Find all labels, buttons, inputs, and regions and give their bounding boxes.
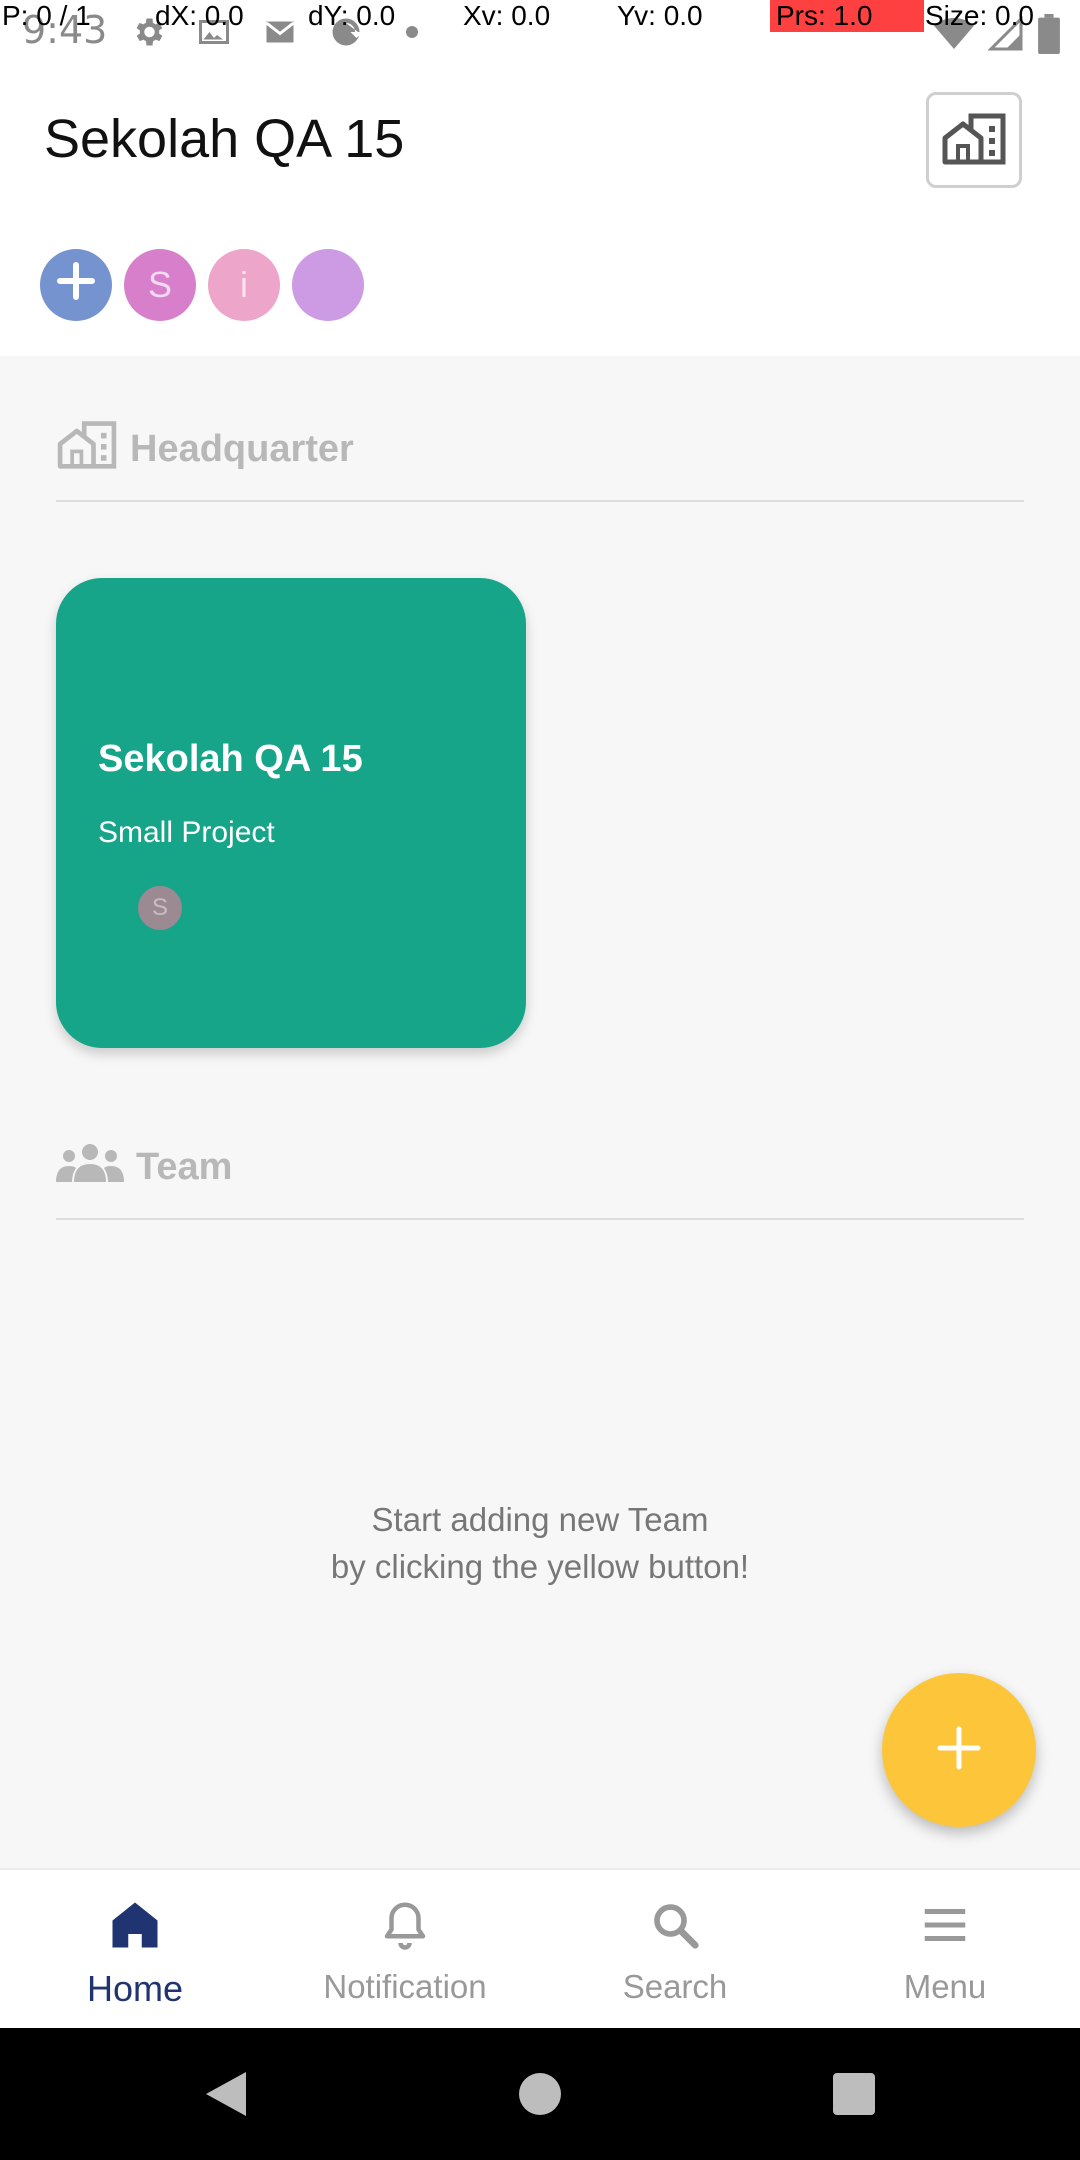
add-team-fab[interactable] — [882, 1673, 1036, 1827]
empty-state-message: Start adding new Team by clicking the ye… — [0, 1496, 1080, 1590]
nav-label: Notification — [323, 1968, 487, 2005]
nav-notification[interactable]: Notification — [270, 1870, 540, 2028]
project-card[interactable]: Sekolah QA 15 Small Project S — [56, 578, 526, 1048]
search-icon — [648, 1898, 702, 1956]
avatar[interactable]: i — [208, 249, 280, 321]
section-label: Headquarter — [130, 427, 354, 470]
empty-state-line: by clicking the yellow button! — [330, 1548, 750, 1585]
pointer-debug-overlay: P: 0 / 1 dX: 0.0 dY: 0.0 Xv: 0.0 Yv: 0.0… — [0, 0, 1080, 36]
building-icon — [941, 110, 1007, 170]
project-title: Sekolah QA 15 — [98, 738, 363, 780]
main-content: Headquarter Sekolah QA 15 Small Project … — [0, 356, 1080, 1868]
section-divider — [56, 1218, 1024, 1220]
nav-label: Search — [622, 1968, 728, 2005]
home-icon — [108, 1898, 162, 1956]
menu-icon — [918, 1898, 972, 1956]
debug-prs: Prs: 1.0 — [770, 0, 924, 32]
nav-label: Menu — [903, 1968, 987, 2005]
nav-menu[interactable]: Menu — [810, 1870, 1080, 2028]
nav-home[interactable]: Home — [0, 1870, 270, 2028]
nav-label: Home — [86, 1968, 184, 2009]
team-section-header: Team — [56, 1142, 232, 1192]
bottom-navigation: Home Notification Search Menu — [0, 1868, 1080, 2028]
back-icon[interactable] — [198, 2066, 254, 2122]
home-circle-icon[interactable] — [512, 2066, 568, 2122]
headquarter-section-header: Headquarter — [56, 418, 354, 480]
debug-dy: dY: 0.0 — [308, 0, 396, 31]
member-avatars: S i — [40, 249, 364, 321]
avatar[interactable] — [292, 249, 364, 321]
debug-pointer: P: 0 / 1 — [2, 0, 91, 31]
plus-icon — [54, 259, 98, 312]
organization-button[interactable] — [926, 92, 1022, 188]
nav-search[interactable]: Search — [540, 1870, 810, 2028]
recents-icon[interactable] — [826, 2066, 882, 2122]
debug-xv: Xv: 0.0 — [463, 0, 551, 31]
add-member-button[interactable] — [40, 249, 112, 321]
building-icon — [56, 418, 118, 480]
plus-icon — [936, 1725, 982, 1775]
debug-yv: Yv: 0.0 — [617, 0, 703, 31]
section-divider — [56, 500, 1024, 502]
debug-dx: dX: 0.0 — [155, 0, 244, 31]
app-header: Sekolah QA 15 S i — [0, 66, 1080, 356]
project-subtitle: Small Project — [98, 816, 275, 849]
bell-icon — [378, 1898, 432, 1956]
empty-state-line: Start adding new Team — [371, 1501, 709, 1538]
debug-size: Size: 0.0 — [925, 0, 1034, 31]
page-title: Sekolah QA 15 — [44, 109, 405, 169]
project-member-avatar: S — [138, 886, 182, 930]
people-icon — [56, 1142, 124, 1192]
system-navigation-bar — [0, 2028, 1080, 2160]
avatar[interactable]: S — [124, 249, 196, 321]
section-label: Team — [136, 1145, 233, 1188]
